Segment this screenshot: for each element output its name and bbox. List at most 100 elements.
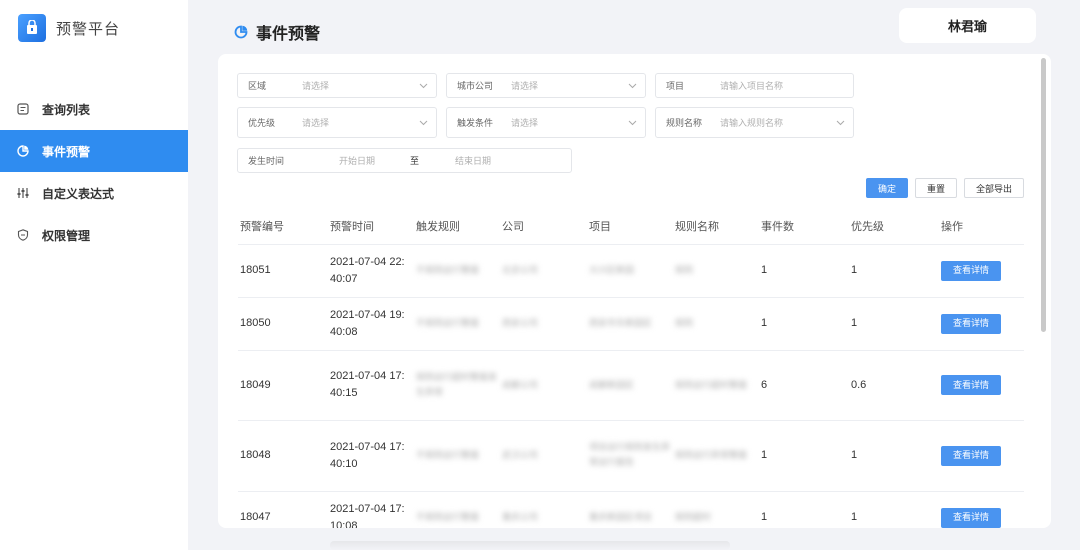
range-separator: 至 (410, 156, 420, 166)
city-company-label: 城市公司 (457, 81, 494, 91)
sidebar-item-custom-expression[interactable]: 自定义表达式 (0, 172, 188, 214)
chevron-down-icon (628, 81, 637, 92)
page-title-text: 事件预警 (256, 26, 321, 43)
column-header: 触发规则 (414, 208, 500, 245)
alert-time: 2021-07-04 17:40:10 (328, 420, 414, 492)
alert-time: 2021-07-04 17:10:08 (328, 491, 414, 528)
company: 重庆公司 (502, 512, 539, 522)
priority: 1 (849, 297, 939, 351)
rule-name-placeholder: 请输入规则名称 (720, 118, 784, 128)
event-count: 1 (759, 491, 849, 528)
view-details-button[interactable]: 查看详情 (941, 445, 1001, 466)
city-company-placeholder: 请选择 (511, 81, 539, 91)
scroll-shadow (330, 541, 730, 550)
company: 西安公司 (502, 318, 539, 328)
table-header-row: 预警编号 预警时间 触发规则 公司 项目 规则名称 事件数 优先级 操作 (238, 208, 1024, 245)
project: 大兴区新园 (589, 265, 635, 275)
city-company-select[interactable]: 城市公司 请选择 (446, 73, 646, 98)
sidebar-item-event-alert[interactable]: 事件预警 (0, 130, 188, 172)
rule-name: 规则 (675, 265, 694, 275)
column-header: 预警编号 (238, 208, 328, 245)
company: 成都公司 (502, 379, 539, 390)
alert-id: 18049 (238, 350, 328, 421)
chevron-down-icon (419, 81, 428, 92)
trigger-rule: 不规则运行警报 (416, 265, 480, 275)
event-count: 6 (759, 350, 849, 421)
user-menu[interactable]: 林君瑜 (899, 8, 1036, 43)
scrollbar[interactable] (1041, 58, 1046, 332)
app-title: 预警平台 (56, 20, 121, 38)
view-details-button[interactable]: 查看详情 (941, 313, 1001, 334)
alert-time: 2021-07-04 22:40:07 (328, 244, 414, 298)
reset-button[interactable]: 重置 (915, 178, 957, 198)
region-placeholder: 请选择 (302, 81, 330, 91)
priority: 1 (849, 244, 939, 298)
table-row: 18049 2021-07-04 17:40:15 规则运行超时警报发生异常 成… (238, 350, 1024, 421)
rule-name: 规则超时 (675, 512, 712, 522)
project: 西安市东新园区 (589, 318, 653, 328)
start-date-input[interactable]: 开始日期 (339, 154, 375, 167)
trigger-rule: 不规则运行警报 (416, 512, 480, 522)
trigger-rule: 规则运行超时警报发生异常 (416, 371, 498, 397)
time-label: 发生时间 (248, 156, 285, 166)
shield-icon (16, 228, 30, 242)
sidebar-item-query-list[interactable]: 查询列表 (0, 88, 188, 130)
rule-name: 规则运行异常警报 (675, 450, 748, 460)
end-date-input[interactable]: 结束日期 (455, 154, 491, 167)
project-placeholder: 请输入项目名称 (720, 81, 784, 91)
column-header: 预警时间 (328, 208, 414, 245)
rule-name-select[interactable]: 规则名称 请输入规则名称 (655, 107, 854, 138)
trigger-rule: 不规则运行警报 (416, 318, 480, 328)
export-all-button[interactable]: 全部导出 (964, 178, 1024, 198)
company: 武汉公司 (502, 450, 539, 460)
project: 成都新园区 (589, 379, 635, 390)
trigger-rule: 不规则运行警报 (416, 450, 480, 460)
list-icon (16, 102, 30, 116)
sliders-icon (16, 186, 30, 200)
event-count: 1 (759, 420, 849, 492)
rule-name: 规则 (675, 318, 694, 328)
table-row: 18048 2021-07-04 17:40:10 不规则运行警报 武汉公司 项… (238, 420, 1024, 492)
sidebar-item-label: 事件预警 (42, 144, 91, 159)
column-header: 项目 (587, 208, 673, 245)
view-details-button[interactable]: 查看详情 (941, 375, 1001, 395)
project: 重庆新园区项目 (589, 512, 653, 522)
view-details-button[interactable]: 查看详情 (941, 260, 1001, 281)
trigger-select[interactable]: 触发条件 请选择 (446, 107, 646, 138)
column-header: 事件数 (759, 208, 849, 245)
priority: 0.6 (849, 350, 939, 421)
company: 北京公司 (502, 265, 539, 275)
column-header: 公司 (500, 208, 587, 245)
time-range-picker[interactable]: 发生时间 开始日期 至 结束日期 (237, 148, 572, 173)
event-count: 1 (759, 297, 849, 351)
alert-id: 18051 (238, 244, 328, 298)
project-label: 项目 (666, 81, 685, 91)
sidebar-item-label: 权限管理 (42, 228, 91, 243)
priority-label: 优先级 (248, 118, 276, 128)
main-card: 区域 请选择 城市公司 请选择 项目 请输入项目名称 优先级 请选择 触发条件 … (218, 54, 1051, 528)
project-input[interactable]: 项目 请输入项目名称 (655, 73, 854, 98)
alert-table: 预警编号 预警时间 触发规则 公司 项目 规则名称 事件数 优先级 操作 180… (238, 208, 1024, 528)
alert-time: 2021-07-04 17:40:15 (328, 350, 414, 421)
sidebar-item-permissions[interactable]: 权限管理 (0, 214, 188, 256)
chevron-down-icon (419, 118, 428, 129)
priority: 1 (849, 420, 939, 492)
column-header: 操作 (939, 208, 1024, 245)
page-title: 事件预警 (234, 20, 320, 44)
priority-placeholder: 请选择 (302, 118, 330, 128)
table-row: 18047 2021-07-04 17:10:08 不规则运行警报 重庆公司 重… (238, 491, 1024, 528)
table-row: 18051 2021-07-04 22:40:07 不规则运行警报 北京公司 大… (238, 244, 1024, 298)
view-details-button[interactable]: 查看详情 (941, 507, 1001, 528)
brand: 预警平台 (18, 14, 120, 42)
region-select[interactable]: 区域 请选择 (237, 73, 437, 98)
column-header: 优先级 (849, 208, 939, 245)
table-row: 18050 2021-07-04 19:40:08 不规则运行警报 西安公司 西… (238, 297, 1024, 351)
column-header: 规则名称 (673, 208, 759, 245)
alert-id: 18047 (238, 491, 328, 528)
sidebar-item-label: 查询列表 (42, 102, 91, 117)
confirm-button[interactable]: 确定 (866, 178, 908, 198)
priority-select[interactable]: 优先级 请选择 (237, 107, 437, 138)
trigger-label: 触发条件 (457, 118, 494, 128)
sidebar: 预警平台 查询列表 事件预警 自定义表达式 权限管理 (0, 0, 188, 550)
priority: 1 (849, 491, 939, 528)
